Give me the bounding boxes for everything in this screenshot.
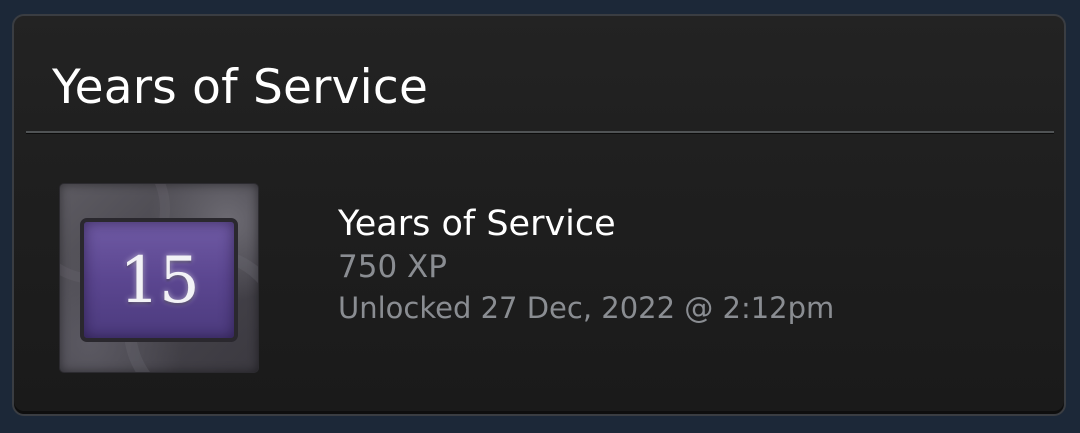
badge-unlock-date: Unlocked 27 Dec, 2022 @ 2:12pm xyxy=(338,291,835,325)
badge-xp: 750 XP xyxy=(338,249,447,285)
badge-icon: 15 xyxy=(60,184,258,372)
badge-years-number: 15 xyxy=(119,244,199,318)
badge-panel: Years of Service 15 Years of Service 750… xyxy=(12,14,1066,416)
panel-title: Years of Service xyxy=(52,60,429,115)
title-divider xyxy=(26,131,1054,133)
badge-screen: 15 xyxy=(80,218,238,342)
badge-name: Years of Service xyxy=(338,204,616,244)
badge-details: Years of Service 750 XP Unlocked 27 Dec,… xyxy=(338,202,834,328)
